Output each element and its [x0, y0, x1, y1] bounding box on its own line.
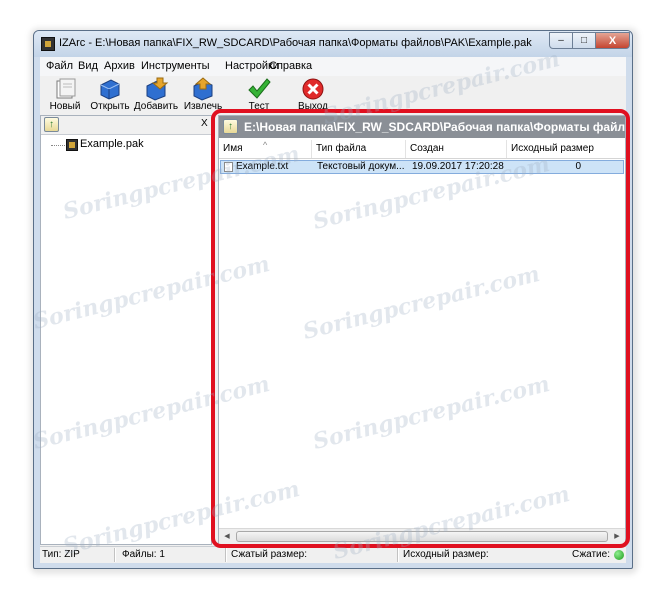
archive-icon	[66, 139, 78, 151]
folder-tree-panel: ↑ X Example.pak	[40, 115, 212, 545]
tree-up-folder-button[interactable]: ↑	[44, 117, 59, 132]
tree-panel-close-button[interactable]: X	[201, 118, 208, 129]
menu-archive[interactable]: Архив	[104, 60, 135, 72]
horizontal-scrollbar[interactable]: ◀ ▶	[219, 528, 625, 544]
open-button[interactable]: Открыть	[87, 76, 133, 114]
status-separator	[225, 548, 227, 562]
menu-bar: Файл Вид Архив Инструменты Настройки Спр…	[40, 57, 626, 77]
status-compressed-size: Сжатый размер:	[231, 549, 307, 560]
open-archive-icon	[100, 79, 120, 100]
status-separator	[114, 548, 116, 562]
column-name[interactable]: Имя ^	[219, 140, 312, 158]
scroll-left-icon[interactable]: ◀	[219, 529, 235, 544]
toolbar: Новый Открыть Добавить Извлечь Тест Выхо…	[40, 76, 626, 114]
row-name: Example.txt	[236, 161, 289, 172]
row-type: Текстовый докум...	[317, 161, 405, 172]
column-name-label: Имя	[223, 143, 243, 154]
extract-button-label: Извлечь	[183, 101, 223, 112]
table-row[interactable]: Example.txt Текстовый докум... 19.09.201…	[220, 160, 624, 174]
column-type[interactable]: Тип файла	[312, 140, 406, 158]
up-folder-button[interactable]: ↑	[223, 119, 238, 134]
new-button-label: Новый	[49, 101, 81, 112]
test-button[interactable]: Тест	[236, 76, 282, 114]
sort-ascending-icon: ^	[263, 140, 268, 150]
add-button[interactable]: Добавить	[133, 76, 179, 114]
menu-view[interactable]: Вид	[78, 60, 98, 72]
menu-tools[interactable]: Инструменты	[141, 60, 210, 72]
status-compression: Сжатие:	[572, 549, 610, 560]
column-created[interactable]: Создан	[406, 140, 507, 158]
menu-help[interactable]: Справка	[269, 60, 312, 72]
scroll-right-icon[interactable]: ▶	[609, 529, 625, 544]
status-original-size: Исходный размер:	[403, 549, 489, 560]
status-files: Файлы: 1	[122, 549, 165, 560]
status-separator	[397, 548, 399, 562]
file-list-panel: ↑ E:\Новая папка\FIX_RW_SDCARD\Рабочая п…	[218, 115, 626, 545]
title-bar[interactable]: IZArc - E:\Новая папка\FIX_RW_SDCARD\Раб…	[34, 31, 632, 57]
izarc-app-icon	[41, 37, 55, 51]
row-created: 19.09.2017 17:20:28	[412, 161, 504, 172]
current-path: E:\Новая папка\FIX_RW_SDCARD\Рабочая пап…	[244, 120, 625, 134]
exit-icon	[302, 78, 324, 100]
column-original-size[interactable]: Исходный размер	[507, 140, 625, 158]
minimize-button[interactable]: –	[549, 32, 573, 49]
new-archive-icon	[56, 78, 76, 99]
add-button-label: Добавить	[133, 101, 179, 112]
tree-panel-header: ↑ X	[41, 116, 211, 135]
exit-button[interactable]: Выход	[290, 76, 336, 114]
add-files-icon	[146, 77, 169, 101]
column-header: Имя ^ Тип файла Создан Исходный размер	[219, 140, 625, 159]
extract-button[interactable]: Извлечь	[180, 76, 226, 114]
status-type: Тип: ZIP	[42, 549, 80, 560]
window-title: IZArc - E:\Новая папка\FIX_RW_SDCARD\Раб…	[59, 37, 532, 49]
menu-file[interactable]: Файл	[46, 60, 73, 72]
open-button-label: Открыть	[90, 101, 130, 112]
new-button[interactable]: Новый	[42, 76, 88, 114]
test-button-label: Тест	[248, 101, 270, 112]
row-size: 0	[575, 161, 581, 172]
maximize-button[interactable]: □	[572, 32, 596, 49]
tree-connector-line	[51, 145, 65, 146]
path-bar: ↑ E:\Новая папка\FIX_RW_SDCARD\Рабочая п…	[219, 116, 625, 138]
client-area: Файл Вид Архив Инструменты Настройки Спр…	[40, 57, 626, 563]
close-window-button[interactable]: X	[595, 32, 630, 49]
test-checkmark-icon	[248, 78, 271, 99]
status-bar: Тип: ZIP Файлы: 1 Сжатый размер: Исходны…	[40, 546, 626, 563]
scrollbar-thumb[interactable]	[236, 531, 608, 542]
extract-icon	[193, 77, 213, 101]
tree-item-label: Example.pak	[80, 138, 144, 150]
status-light-icon	[614, 550, 624, 560]
exit-button-label: Выход	[298, 101, 328, 112]
app-window: IZArc - E:\Новая папка\FIX_RW_SDCARD\Раб…	[33, 30, 633, 569]
text-file-icon	[224, 162, 233, 172]
